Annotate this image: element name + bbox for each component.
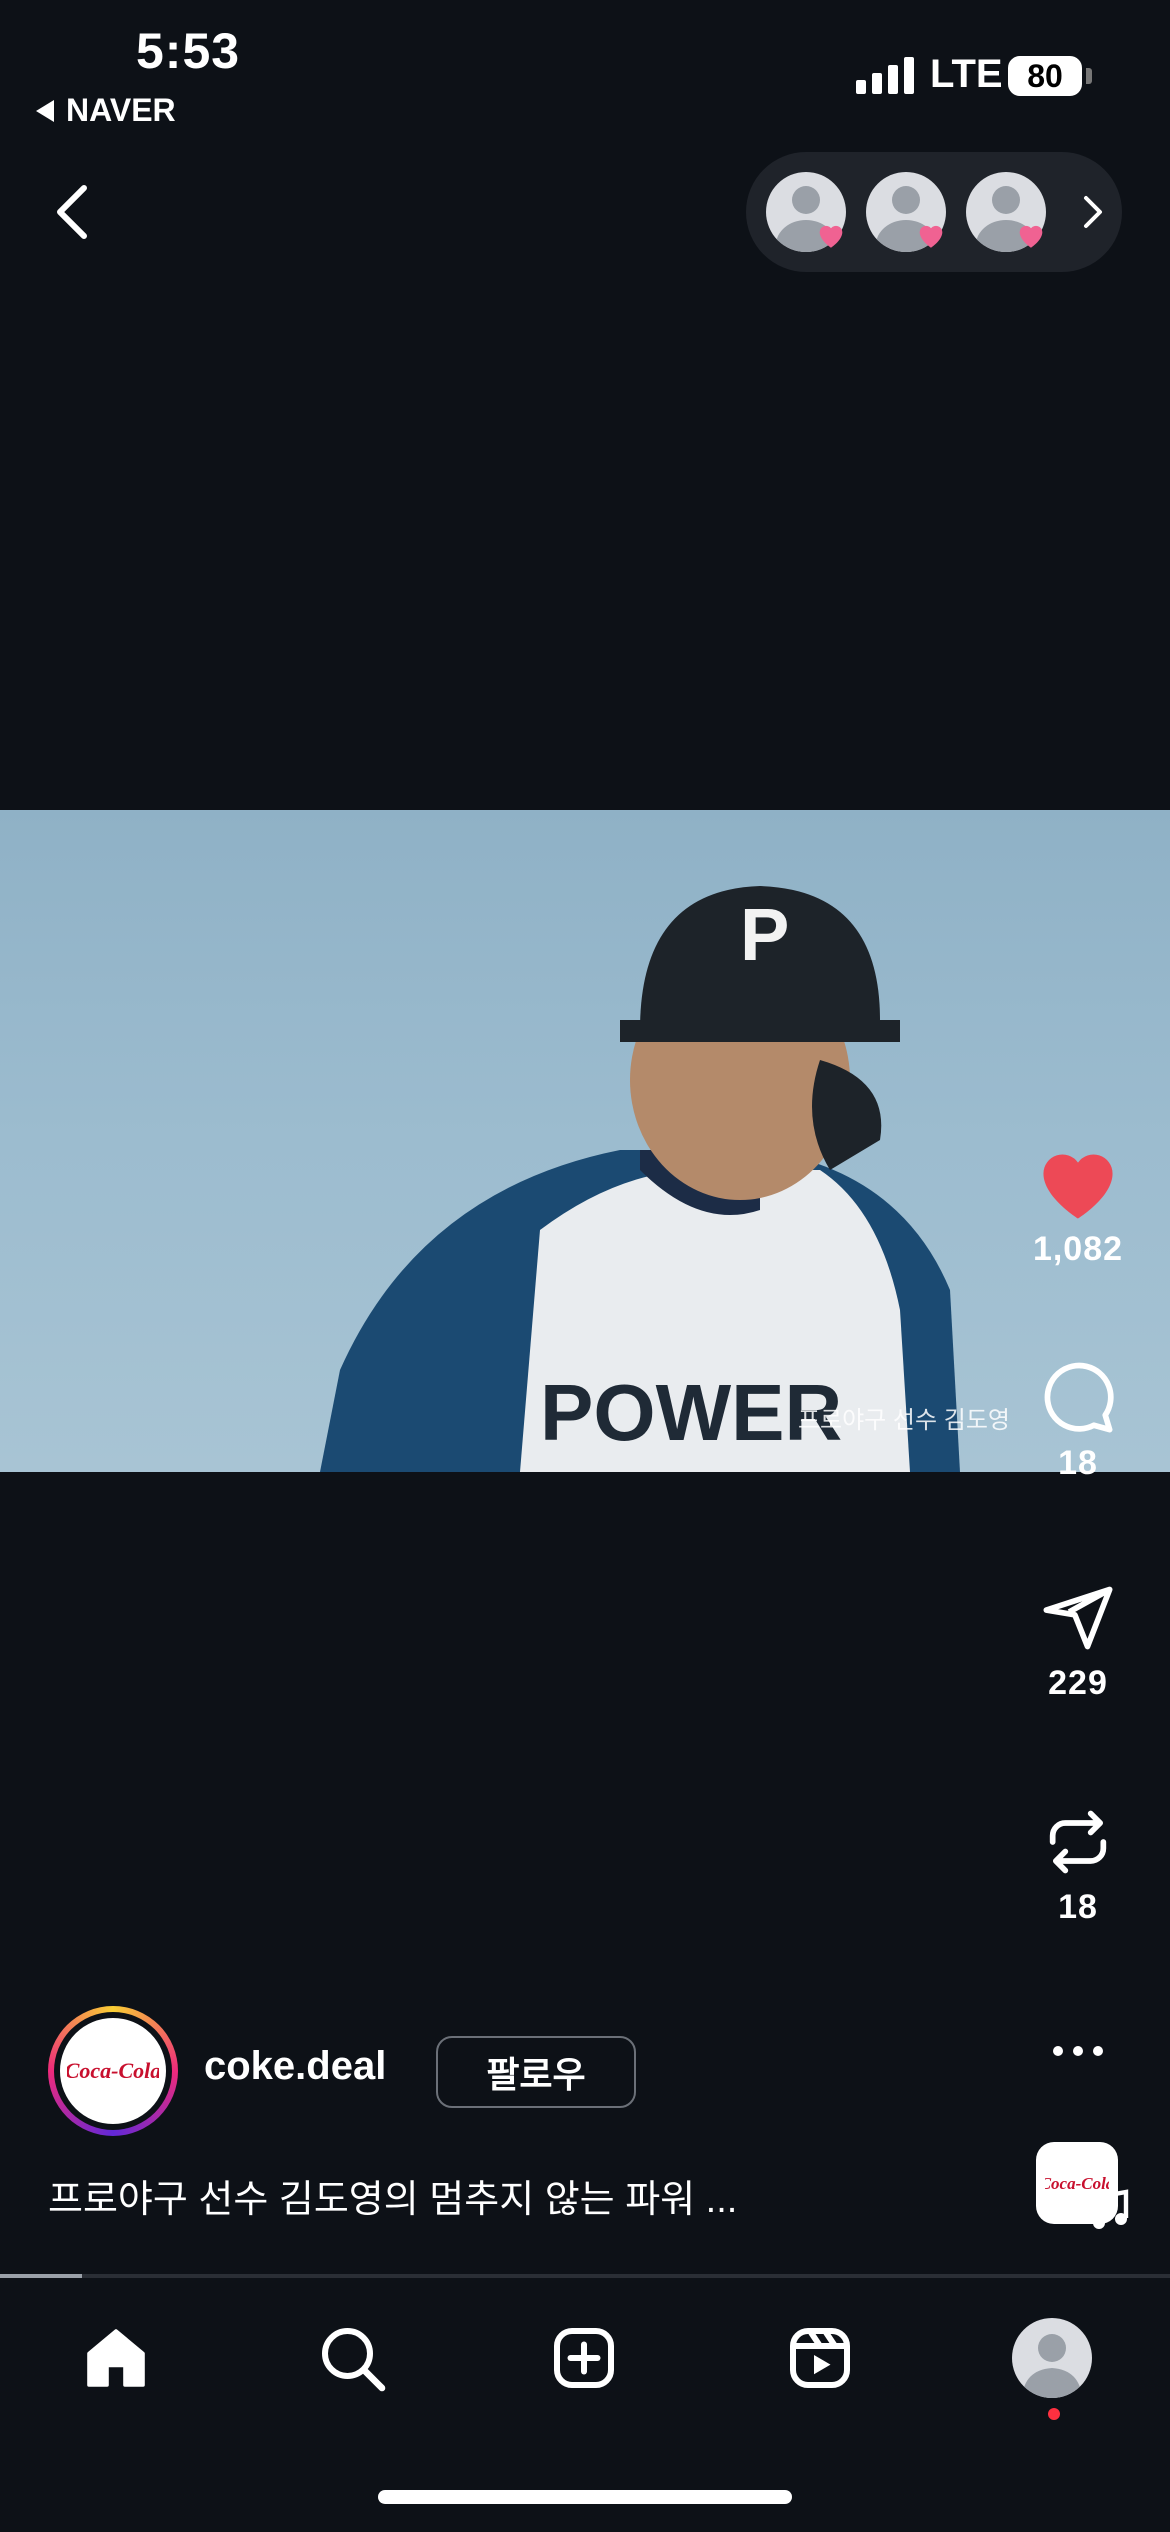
like-count: 1,082 <box>1032 1230 1124 1268</box>
back-triangle-icon <box>36 99 54 122</box>
comment-count: 18 <box>1058 1444 1098 1482</box>
music-note-icon <box>1093 2189 1129 2229</box>
back-app-label: NAVER <box>66 92 176 128</box>
chevron-left-icon[interactable] <box>50 182 94 242</box>
share-count: 229 <box>1048 1664 1108 1702</box>
search-icon <box>322 2328 386 2392</box>
svg-text:POWER: POWER <box>540 1368 842 1457</box>
create-icon <box>554 2328 614 2388</box>
share-button[interactable]: 229 <box>1028 1580 1128 1703</box>
home-indicator <box>378 2490 792 2504</box>
post-caption[interactable]: 프로야구 선수 김도영의 멈추지 않는 파워 ... <box>48 2168 737 2223</box>
home-icon <box>87 2329 145 2387</box>
author-avatar[interactable]: Coca-Cola <box>48 2006 178 2136</box>
status-time: 5:53 <box>136 23 241 79</box>
video-progress-fill <box>0 2274 82 2278</box>
coca-cola-logo: Coca-Cola <box>67 2058 159 2083</box>
battery-tip <box>1086 68 1092 84</box>
profile-icon <box>1022 2334 1082 2398</box>
heart-badge-icon <box>919 225 943 248</box>
comment-icon <box>1044 1362 1114 1433</box>
tab-create[interactable] <box>544 2318 624 2398</box>
repost-count: 18 <box>1058 1888 1098 1926</box>
author-username[interactable]: coke.deal <box>204 2044 386 2089</box>
repost-icon <box>1049 1810 1107 1874</box>
heart-icon <box>1043 1154 1113 1219</box>
chevron-right-icon <box>1084 196 1102 228</box>
tab-reels[interactable] <box>780 2318 860 2398</box>
video-player[interactable]: POWER P 프로야구 선수 김도영 <box>0 810 1170 1472</box>
video-progress-track[interactable] <box>0 2274 1170 2278</box>
reels-icon <box>790 2328 850 2388</box>
more-options-button[interactable] <box>1028 2038 1128 2064</box>
repost-button[interactable]: 18 <box>1028 1804 1128 1927</box>
follow-button[interactable]: 팔로우 <box>436 2036 636 2108</box>
signal-icon <box>856 52 914 94</box>
liked-by-button[interactable] <box>746 152 1122 272</box>
network-type: LTE <box>930 52 1003 96</box>
like-button[interactable]: 1,082 <box>1028 1146 1128 1269</box>
comment-button[interactable]: 18 <box>1028 1360 1128 1483</box>
heart-badge-icon <box>1019 225 1043 248</box>
battery-level: 80 <box>1027 57 1063 94</box>
more-icon <box>1053 2046 1103 2056</box>
tab-profile[interactable] <box>1012 2318 1092 2398</box>
tab-search[interactable] <box>312 2318 392 2398</box>
tab-home[interactable] <box>76 2318 156 2398</box>
heart-badge-icon <box>819 225 843 248</box>
video-watermark: 프로야구 선수 김도영 <box>797 1407 1010 1434</box>
video-frame-player: POWER P <box>320 886 960 1472</box>
battery-icon: 80 <box>1008 56 1082 96</box>
notification-dot <box>1048 2408 1060 2420</box>
send-icon <box>1043 1586 1113 1650</box>
back-to-app-link[interactable]: NAVER <box>36 92 176 129</box>
svg-text:P: P <box>740 893 789 976</box>
svg-text:Coca-Cola: Coca-Cola <box>67 2058 159 2083</box>
